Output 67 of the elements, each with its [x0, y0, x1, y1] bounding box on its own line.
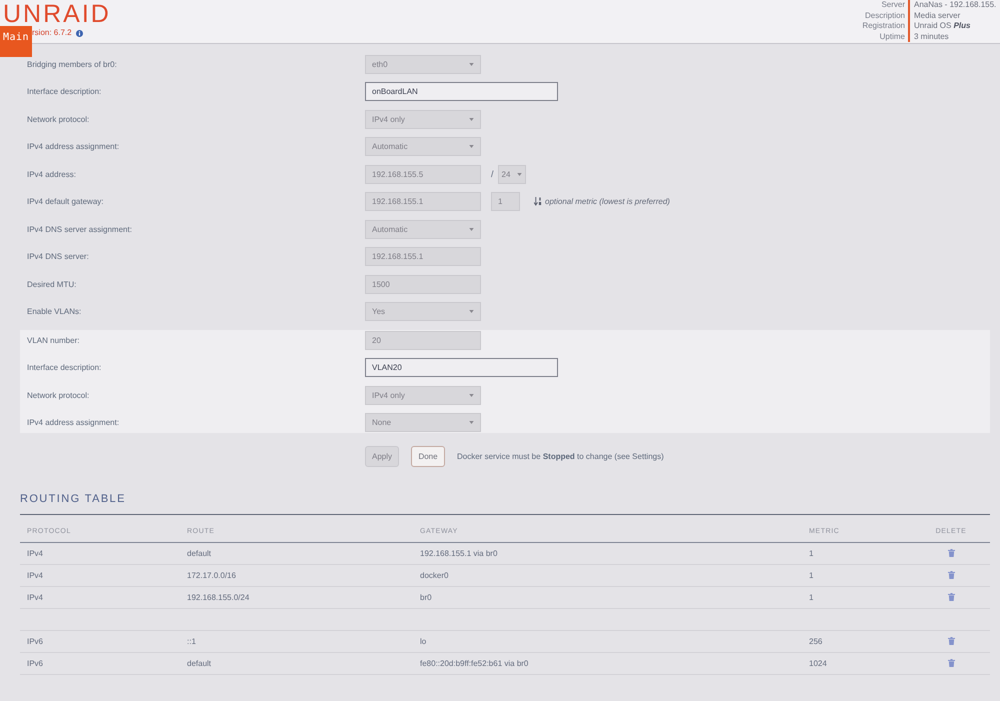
field-label: IPv4 default gateway:	[26, 197, 104, 206]
docker-note: Docker service must be Stopped to change (see Settings)	[457, 452, 664, 460]
info-value: Unraid OS Plus	[908, 21, 1000, 32]
info-icon[interactable]	[76, 30, 83, 36]
caret-icon	[469, 228, 474, 230]
table-cell-text: 1	[808, 548, 814, 558]
table-cell-text: default	[186, 548, 212, 558]
table-cell-text: 1024	[808, 658, 828, 668]
field-label: Enable VLANs:	[26, 307, 82, 316]
input-field[interactable]: VLAN20	[365, 358, 558, 377]
caret-icon	[469, 145, 474, 148]
field-label: VLAN number:	[26, 336, 80, 344]
table-cell-text: default	[186, 658, 212, 668]
trash-icon[interactable]	[948, 637, 954, 645]
hint-text: optional metric (lowest is preferred)	[545, 197, 670, 206]
field-label: IPv4 address assignment:	[26, 142, 120, 151]
caret-icon	[469, 394, 474, 396]
trash-icon[interactable]	[948, 593, 954, 601]
info-label: Server	[880, 0, 906, 10]
field-label: Interface description:	[26, 87, 102, 96]
info-value: Media server	[908, 10, 1000, 21]
logo-text: UNRAID	[3, 2, 111, 26]
caret-icon	[469, 118, 474, 120]
caret-icon	[469, 421, 474, 424]
field-label: IPv4 DNS server assignment:	[26, 224, 133, 234]
input-field[interactable]: onBoardLAN	[365, 82, 558, 101]
table-cell-text: IPv4	[26, 570, 44, 580]
trash-icon[interactable]	[948, 549, 954, 557]
table-cell-text: 256	[808, 636, 824, 646]
table-cell-text: 192.168.155.0/24	[186, 592, 250, 602]
table-cell-text: 172.17.0.0/16	[186, 570, 237, 580]
table-cell-text: IPv4	[26, 548, 44, 558]
main-tab[interactable]: Main	[0, 26, 32, 57]
table-cell-text: 1	[808, 570, 814, 580]
caret-icon	[469, 310, 474, 313]
info-value: 3 minutes	[908, 32, 1000, 42]
table-cell-text: docker0	[419, 570, 450, 580]
field-label: Desired MTU:	[26, 280, 78, 288]
info-label: Registration	[862, 21, 906, 32]
info-label: Description	[864, 10, 906, 21]
field-label: Network protocol:	[26, 390, 90, 400]
field-label: Bridging members of br0:	[26, 60, 118, 68]
section-title: ROUTING TABLE	[20, 490, 990, 514]
table-cell-text: IPv4	[26, 592, 44, 602]
table-cell-text: lo	[419, 636, 428, 646]
table-cell-text: IPv6	[26, 658, 44, 668]
info-label: Uptime	[878, 32, 906, 42]
table-cell-text: ::1	[186, 636, 197, 646]
field-label: IPv4 address assignment:	[26, 418, 120, 427]
table-cell-text: 192.168.155.1 via br0	[419, 548, 498, 558]
field-label: Interface description:	[26, 363, 102, 372]
field-label: Network protocol:	[26, 114, 90, 124]
table-cell-text: fe80::20d:b9ff:fe52:b61 via br0	[419, 658, 530, 668]
action-button[interactable]: Done	[411, 446, 445, 466]
field-label: IPv4 address:	[26, 170, 77, 178]
trash-icon[interactable]	[948, 571, 954, 579]
table-cell-text: 1	[808, 592, 814, 602]
field-label: IPv4 DNS server:	[26, 252, 90, 261]
version-text: rsion: 6.7.2	[32, 28, 72, 38]
caret-icon	[516, 172, 522, 176]
info-value: AnaNas - 192.168.155.	[908, 0, 1000, 10]
caret-icon	[469, 62, 474, 66]
sort-down-icon	[534, 197, 542, 206]
table-cell-text: IPv6	[26, 636, 44, 646]
trash-icon[interactable]	[948, 659, 954, 667]
slash-separator: /	[491, 169, 494, 179]
table-cell-text: br0	[419, 592, 433, 602]
